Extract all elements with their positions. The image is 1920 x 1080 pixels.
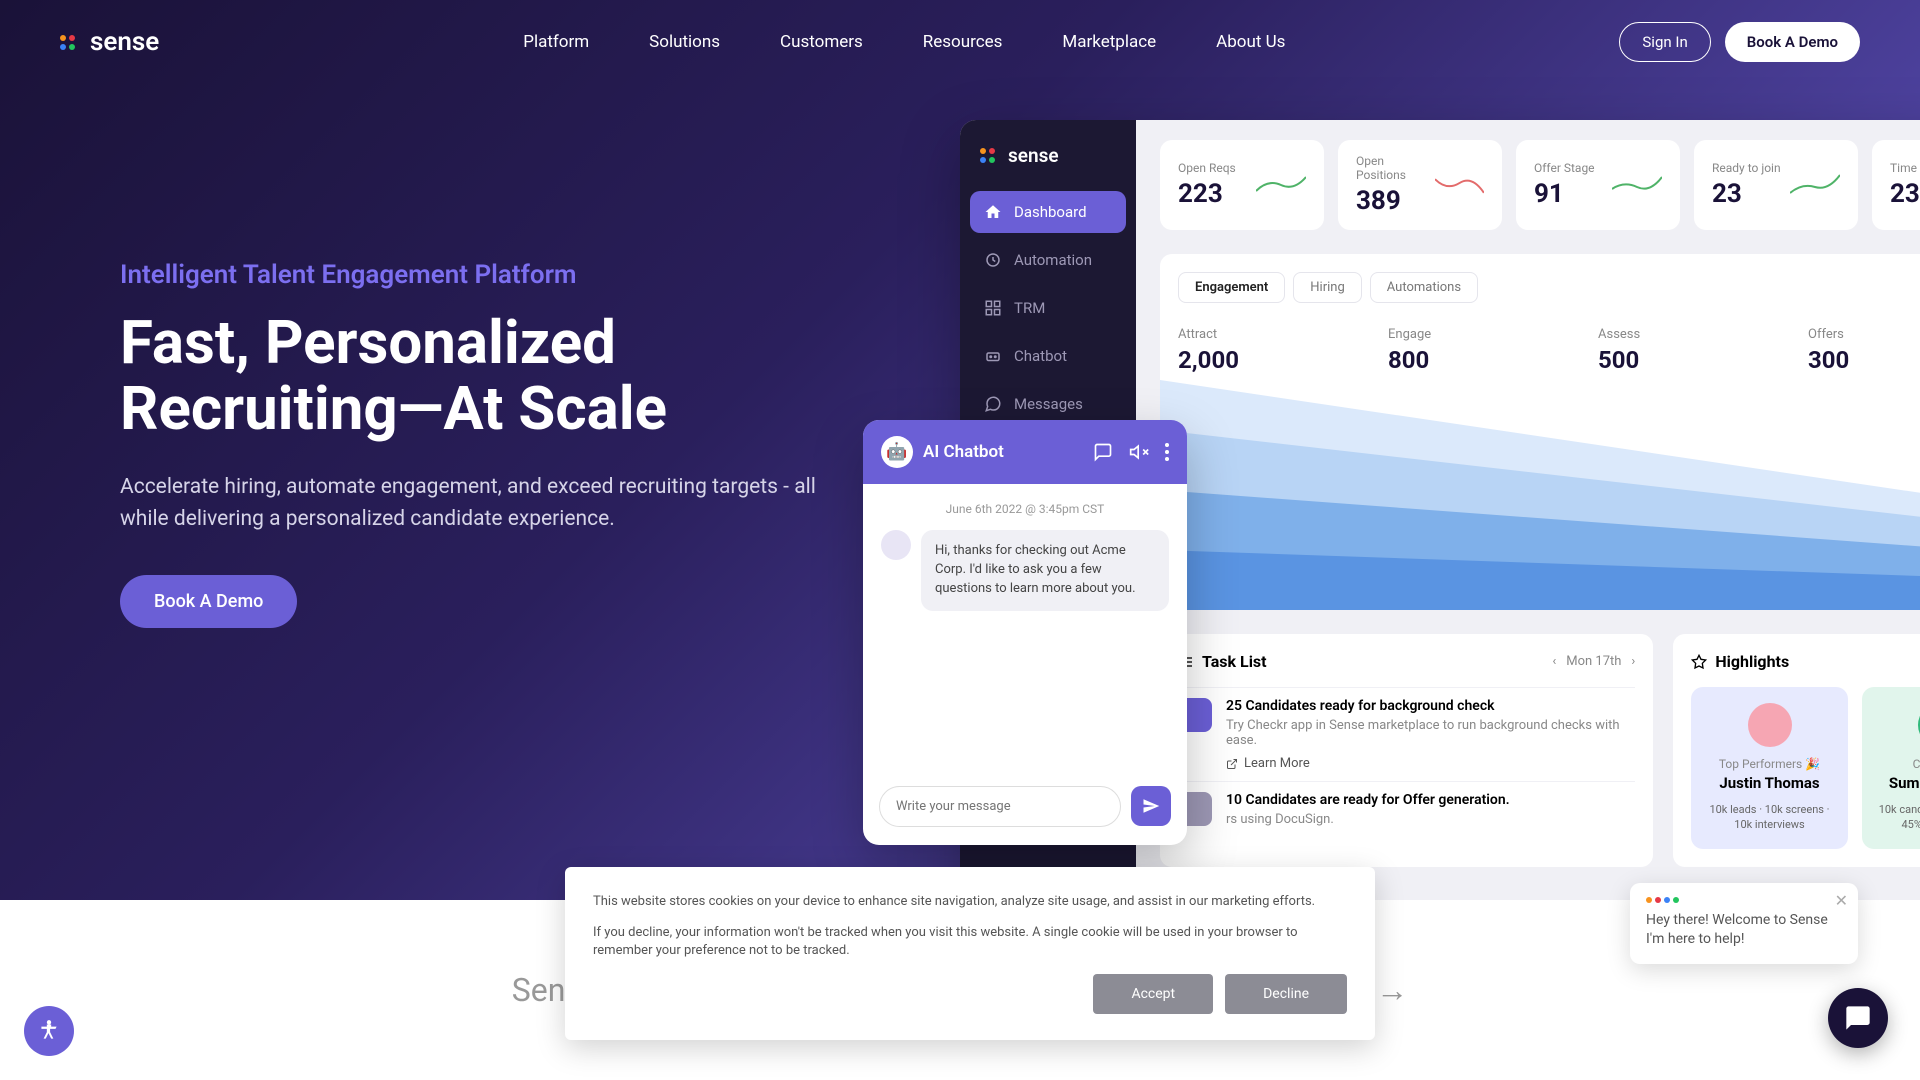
top-nav: sense Platform Solutions Customers Resou… [0, 0, 1920, 84]
learn-more-link[interactable]: Learn More [1226, 756, 1635, 771]
sidebar-item-dashboard[interactable]: Dashboard [970, 191, 1126, 233]
chat-timestamp: June 6th 2022 @ 3:45pm CST [881, 502, 1169, 516]
home-icon [984, 203, 1002, 221]
bot-icon [984, 347, 1002, 365]
stat-card: Ready to join23 [1694, 140, 1858, 230]
sidebar-item-chatbot[interactable]: Chatbot [970, 335, 1126, 377]
tab-hiring[interactable]: Hiring [1293, 272, 1361, 303]
hero-description: Accelerate hiring, automate engagement, … [120, 472, 840, 535]
brand-text: sense [90, 27, 159, 57]
cookie-text-1: This website stores cookies on your devi… [593, 893, 1347, 911]
more-icon[interactable] [1165, 442, 1169, 462]
close-icon[interactable]: ✕ [1835, 891, 1848, 910]
cookie-decline-button[interactable]: Decline [1225, 974, 1347, 1014]
chevron-right-icon[interactable]: › [1631, 654, 1635, 669]
highlights-widget: Highlights Top Performers 🎉 Justin Thoma… [1673, 634, 1920, 867]
star-icon [1691, 654, 1707, 670]
highlight-card: Top Performers 🎉 Justin Thomas 10k leads… [1691, 687, 1847, 849]
sidebar-item-messages[interactable]: Messages [970, 383, 1126, 425]
sidebar-item-automation[interactable]: Automation [970, 239, 1126, 281]
chat-fab-button[interactable] [1828, 988, 1888, 1048]
nav-links: Platform Solutions Customers Resources M… [239, 32, 1569, 52]
task-item: 25 Candidates ready for background check… [1178, 687, 1635, 781]
highlight-card: ▶ Campaign Summer Hiring 10k candidates … [1862, 687, 1920, 849]
sparkline-icon [1612, 173, 1662, 197]
stat-card: Open Reqs223 [1160, 140, 1324, 230]
hero-title: Fast, Personalized Recruiting—At Scale [120, 310, 840, 442]
sidebar-item-trm[interactable]: TRM [970, 287, 1126, 329]
logo-dots-icon [980, 148, 1000, 163]
logo-dots-icon [60, 35, 80, 50]
stat-card: Time to hire23 [1872, 140, 1920, 230]
chat-input[interactable] [879, 786, 1121, 827]
book-demo-hero-button[interactable]: Book A Demo [120, 575, 297, 628]
sparkline-icon [1256, 173, 1306, 197]
accessibility-fab-button[interactable] [24, 1006, 74, 1056]
send-button[interactable] [1131, 786, 1171, 826]
grid-icon [984, 299, 1002, 317]
chat-welcome-popup: ✕ Hey there! Welcome to Sense I'm here t… [1630, 883, 1858, 964]
task-list-widget: Task List ‹Mon 17th› 25 Candidates ready… [1160, 634, 1653, 867]
chat-popup-text: Hey there! Welcome to Sense I'm here to … [1646, 911, 1842, 950]
stat-card: Offer Stage91 [1516, 140, 1680, 230]
nav-solutions[interactable]: Solutions [649, 32, 720, 52]
messages-icon [984, 395, 1002, 413]
logo[interactable]: sense [60, 27, 159, 57]
stat-card: Open Positions389 [1338, 140, 1502, 230]
sparkline-icon [1435, 173, 1484, 197]
chat-icon[interactable] [1093, 442, 1113, 462]
external-link-icon [1226, 758, 1238, 770]
mute-icon[interactable] [1129, 442, 1149, 462]
chat-message: Hi, thanks for checking out Acme Corp. I… [921, 530, 1169, 611]
book-demo-nav-button[interactable]: Book A Demo [1725, 22, 1860, 62]
bot-avatar-icon: 🤖 [881, 436, 913, 468]
chat-bubble-icon [1844, 1004, 1872, 1032]
bot-avatar-icon [881, 530, 911, 560]
signin-button[interactable]: Sign In [1619, 22, 1710, 62]
sparkline-icon [1790, 173, 1840, 197]
logo-dots-icon [1646, 897, 1842, 903]
send-icon [1142, 797, 1160, 815]
nav-resources[interactable]: Resources [923, 32, 1003, 52]
chevron-left-icon[interactable]: ‹ [1552, 654, 1556, 669]
nav-about[interactable]: About Us [1216, 32, 1285, 52]
funnel-area-icon [1160, 380, 1920, 610]
tab-automations[interactable]: Automations [1370, 272, 1478, 303]
cookie-banner: This website stores cookies on your devi… [565, 867, 1375, 1040]
chatbot-mockup: 🤖 AI Chatbot June 6th 2022 @ 3:45pm CST … [863, 420, 1187, 845]
task-item: 10 Candidates are ready for Offer genera… [1178, 781, 1635, 837]
nav-marketplace[interactable]: Marketplace [1062, 32, 1156, 52]
tab-engagement[interactable]: Engagement [1178, 272, 1285, 303]
avatar [1748, 703, 1792, 747]
hero-eyebrow: Intelligent Talent Engagement Platform [120, 260, 840, 290]
cookie-accept-button[interactable]: Accept [1093, 974, 1213, 1014]
cookie-text-2: If you decline, your information won't b… [593, 924, 1347, 960]
funnel-chart: Engagement Hiring Automations Attract2,0… [1160, 254, 1920, 610]
dashboard-logo: sense [970, 138, 1126, 191]
accessibility-icon [36, 1018, 62, 1044]
stat-row: Open Reqs223 Open Positions389 Offer Sta… [1160, 140, 1920, 230]
automation-icon [984, 251, 1002, 269]
nav-customers[interactable]: Customers [780, 32, 863, 52]
nav-platform[interactable]: Platform [523, 32, 589, 52]
